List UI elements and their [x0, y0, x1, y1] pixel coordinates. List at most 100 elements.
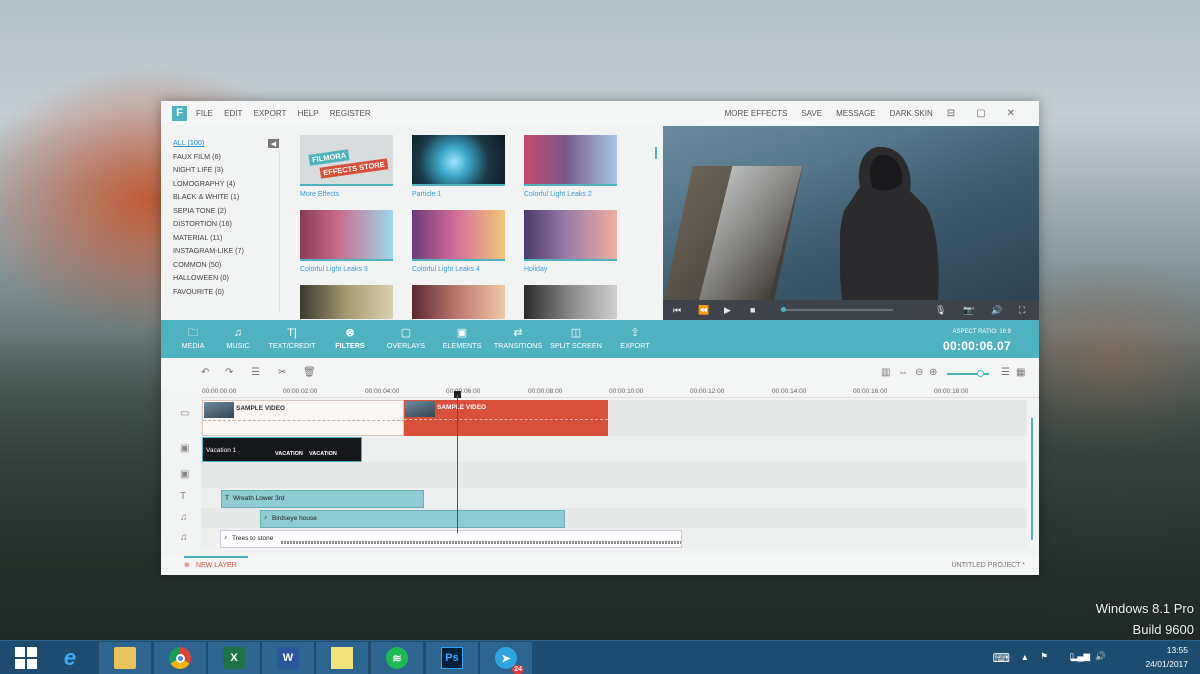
toolbar-elements[interactable]: ▣ ELEMENTS	[441, 325, 483, 350]
minimize-button[interactable]: ⊟	[947, 108, 955, 119]
clock-time[interactable]: 13:55	[1128, 645, 1188, 655]
new-layer-button[interactable]: NEW LAYER	[196, 562, 237, 569]
taskbar-photoshop[interactable]: Ps	[426, 642, 478, 674]
taskbar-sticky-notes[interactable]	[316, 642, 368, 674]
toolbar-media[interactable]: 🗀 MEDIA	[178, 325, 208, 350]
menu-register[interactable]: REGISTER	[330, 109, 371, 118]
collapse-panel-icon[interactable]: ◀	[268, 139, 279, 148]
toolbar-transitions[interactable]: ⇄ TRANSITIONS	[492, 325, 544, 350]
effect-colorful-light-leaks-2[interactable]: Colorful Light Leaks 2	[524, 135, 617, 198]
zoom-slider[interactable]	[947, 370, 989, 377]
effect-row3-2[interactable]	[412, 285, 505, 319]
cut-scissors-icon[interactable]: ✂	[278, 367, 286, 378]
clock-date[interactable]: 24/01/2017	[1128, 659, 1188, 669]
grid-view-icon[interactable]: ▦	[1016, 367, 1025, 378]
fit-timeline-icon[interactable]: ⇔	[898, 367, 908, 378]
play-icon[interactable]: ▶	[724, 305, 731, 316]
zoom-out-icon[interactable]: ⊖	[915, 367, 923, 378]
zoom-in-icon[interactable]: ⊕	[929, 367, 937, 378]
keyboard-icon[interactable]: ⌨	[993, 651, 1010, 665]
category-night-life[interactable]: NIGHT LIFE (3)	[173, 165, 281, 179]
overlay-clip-vacation[interactable]: Vacation 1 VACATION VACATION	[202, 437, 362, 462]
add-layer-icon[interactable]: ⊕	[184, 561, 190, 569]
menu-export[interactable]: EXPORT	[254, 109, 287, 118]
delete-trash-icon[interactable]: 🗑	[303, 367, 316, 378]
ruler-tick: 00:00:18:00	[934, 388, 969, 395]
filmora-logo: F	[172, 105, 187, 121]
volume-icon[interactable]: 🔊	[991, 305, 1002, 316]
tray-expand-icon[interactable]: ▲	[1021, 652, 1029, 662]
maximize-button[interactable]: ▢	[976, 108, 985, 119]
category-sepia-tone[interactable]: SEPIA TONE (2)	[173, 206, 281, 220]
effect-holiday[interactable]: Holiday	[524, 210, 617, 273]
audio-levels-icon[interactable]: ▥	[881, 367, 890, 378]
flag-icon[interactable]: ⚑	[1040, 651, 1048, 662]
video-clip-1[interactable]: SAMPLE VIDEO	[202, 400, 404, 436]
taskbar-excel[interactable]: X	[208, 642, 260, 674]
more-effects-link[interactable]: MORE EFFECTS	[725, 109, 788, 118]
effect-colorful-light-leaks-4[interactable]: Colorful Light Leaks 4	[412, 210, 505, 273]
adjust-icon[interactable]: ☰	[251, 367, 260, 378]
taskbar-spotify[interactable]: ≋	[371, 642, 423, 674]
taskbar-telegram[interactable]: ➤ 24	[480, 642, 532, 674]
menu-help[interactable]: HELP	[298, 109, 319, 118]
fullscreen-icon[interactable]: ⛶	[1019, 305, 1025, 316]
category-black-white[interactable]: BLACK & WHITE (1)	[173, 192, 281, 206]
video-clip-2-selected[interactable]: SAMPLE VIDEO	[404, 400, 608, 436]
snapshot-camera-icon[interactable]: 📷	[963, 305, 974, 316]
effect-row3-3[interactable]	[524, 285, 617, 319]
taskbar-chrome[interactable]	[154, 642, 206, 674]
volume-icon[interactable]: 🔊	[1095, 651, 1106, 662]
category-common[interactable]: COMMON (50)	[173, 260, 281, 274]
toolbar-overlays[interactable]: ▢ OVERLAYS	[385, 325, 427, 350]
taskbar-file-explorer[interactable]	[99, 642, 151, 674]
effect-colorful-light-leaks-3[interactable]: Colorful Light Leaks 3	[300, 210, 393, 273]
redo-icon[interactable]: ↷	[225, 367, 233, 378]
skip-back-icon[interactable]: ⏮	[673, 305, 681, 316]
toolbar-filters[interactable]: ⊗ FILTERS	[333, 325, 367, 350]
stop-icon[interactable]: ■	[750, 305, 755, 315]
category-all[interactable]: ALL (100)	[173, 138, 281, 152]
taskbar-word[interactable]: W	[262, 642, 314, 674]
progress-handle[interactable]	[781, 307, 786, 312]
category-distortion[interactable]: DISTORTION (16)	[173, 219, 281, 233]
effect-particle-1[interactable]: Particle 1	[412, 135, 505, 198]
playback-progress[interactable]	[781, 307, 893, 312]
music-clip-1[interactable]: ♪ Birdseye house	[260, 510, 565, 528]
effect-row3-1[interactable]	[300, 285, 393, 319]
playhead-line[interactable]	[457, 395, 458, 533]
toolbar-label: FILTERS	[335, 341, 365, 350]
music-track-2-icon: ♫	[180, 532, 188, 543]
text-clip[interactable]: T Wreath Lower 3rd	[221, 490, 424, 508]
pip-track-2[interactable]	[201, 462, 1027, 488]
effects-scrollbar[interactable]	[655, 147, 657, 159]
category-faux-film[interactable]: FAUX FILM (6)	[173, 152, 281, 166]
taskbar-internet-explorer[interactable]: e	[44, 642, 96, 674]
music-clip-2[interactable]: ♪ Trees to stone	[220, 530, 682, 548]
dark-skin-link[interactable]: DARK SKIN	[890, 109, 933, 118]
zoom-slider-handle[interactable]	[977, 370, 984, 377]
toolbar-split-screen[interactable]: ◫ SPLIT SCREEN	[550, 325, 602, 350]
toolbar-export[interactable]: ⇪ EXPORT	[618, 325, 652, 350]
timeline-ruler[interactable]: 00:00:00:00 00:00:02:00 00:00:04:00 00:0…	[201, 382, 1039, 398]
category-halloween[interactable]: HALLOWEEN (0)	[173, 273, 281, 287]
category-instagram-like[interactable]: INSTAGRAM-LIKE (7)	[173, 246, 281, 260]
save-link[interactable]: SAVE	[801, 109, 822, 118]
menu-edit[interactable]: EDIT	[224, 109, 242, 118]
effect-more-effects[interactable]: FILMORA EFFECTS STORE More Effects	[300, 135, 393, 198]
step-back-icon[interactable]: ⏪	[698, 305, 709, 316]
category-material[interactable]: MATERIAL (11)	[173, 233, 281, 247]
menu-file[interactable]: FILE	[196, 109, 213, 118]
category-favourite[interactable]: FAVOURITE (0)	[173, 287, 281, 301]
category-lomography[interactable]: LOMOGRAPHY (4)	[173, 179, 281, 193]
close-button[interactable]: ✕	[1007, 108, 1015, 119]
footer-scroll-indicator[interactable]	[184, 556, 248, 558]
message-link[interactable]: MESSAGE	[836, 109, 876, 118]
toolbar-text-credit[interactable]: T| TEXT/CREDIT	[267, 325, 317, 350]
timeline-scrollbar[interactable]	[1031, 418, 1033, 540]
microphone-icon[interactable]: 🎙	[935, 305, 946, 316]
undo-icon[interactable]: ↶	[201, 367, 209, 378]
list-view-icon[interactable]: ☰	[1001, 367, 1010, 378]
toolbar-music[interactable]: ♫ MUSIC	[223, 325, 253, 350]
signal-icon[interactable]: ▂▄▆	[1071, 651, 1090, 662]
